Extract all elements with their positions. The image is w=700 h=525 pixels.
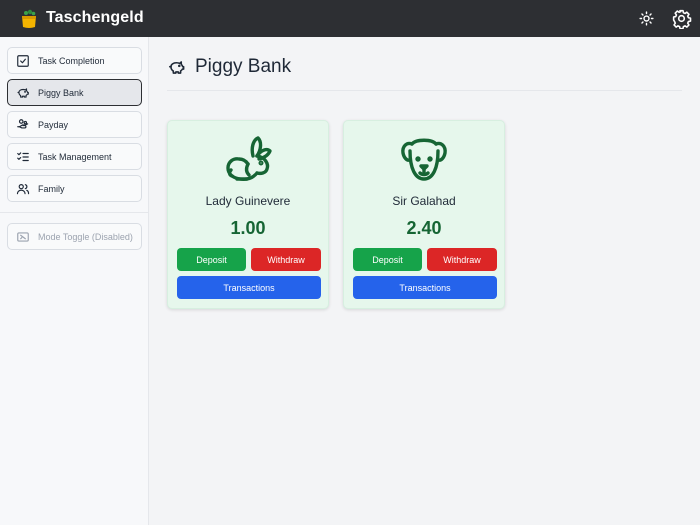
app-title: Taschengeld bbox=[46, 9, 144, 26]
sidebar-item-payday[interactable]: Payday bbox=[7, 111, 142, 138]
toggle-icon bbox=[17, 231, 29, 242]
header-divider bbox=[167, 90, 682, 91]
sidebar-item-label: Payday bbox=[38, 119, 69, 130]
sidebar: Task Completion Piggy Bank Payday Task M… bbox=[0, 37, 149, 525]
withdraw-button[interactable]: Withdraw bbox=[427, 248, 497, 271]
account-balance: 1.00 bbox=[230, 218, 266, 238]
piggy-bank-icon bbox=[168, 60, 185, 74]
piggy-bank-icon bbox=[17, 87, 29, 98]
page-header: Piggy Bank bbox=[167, 54, 291, 80]
sidebar-item-label: Task Completion bbox=[38, 55, 105, 66]
gear-icon[interactable] bbox=[671, 8, 692, 29]
account-balance: 2.40 bbox=[406, 218, 442, 238]
list-checks-icon bbox=[17, 151, 29, 161]
sidebar-item-label: Task Management bbox=[38, 151, 112, 162]
sun-icon[interactable] bbox=[638, 10, 655, 27]
account-name: Lady Guinevere bbox=[205, 194, 291, 208]
transactions-button[interactable]: Transactions bbox=[353, 276, 497, 299]
app-logo-icon bbox=[22, 9, 36, 28]
hand-coins-icon bbox=[17, 118, 29, 128]
dog-icon bbox=[401, 138, 447, 181]
sidebar-item-label: Family bbox=[38, 183, 65, 194]
account-card: Sir Galahad 2.40 Deposit Withdraw Transa… bbox=[343, 120, 505, 309]
sidebar-divider bbox=[0, 212, 149, 213]
rabbit-icon bbox=[226, 136, 272, 181]
checkbox-icon bbox=[17, 54, 29, 67]
sidebar-item-task-completion[interactable]: Task Completion bbox=[7, 47, 142, 74]
sidebar-item-label: Piggy Bank bbox=[38, 87, 84, 98]
top-bar: Taschengeld bbox=[0, 0, 700, 37]
withdraw-button[interactable]: Withdraw bbox=[251, 248, 321, 271]
users-icon bbox=[16, 183, 30, 194]
account-card: Lady Guinevere 1.00 Deposit Withdraw Tra… bbox=[167, 120, 329, 309]
transactions-button[interactable]: Transactions bbox=[177, 276, 321, 299]
deposit-button[interactable]: Deposit bbox=[177, 248, 246, 271]
sidebar-item-family[interactable]: Family bbox=[7, 175, 142, 202]
account-name: Sir Galahad bbox=[392, 194, 456, 208]
sidebar-item-piggy-bank[interactable]: Piggy Bank bbox=[7, 79, 142, 106]
sidebar-item-task-management[interactable]: Task Management bbox=[7, 143, 142, 170]
deposit-button[interactable]: Deposit bbox=[353, 248, 422, 271]
mode-toggle-button[interactable]: Mode Toggle (Disabled) bbox=[7, 223, 142, 250]
mode-toggle-label: Mode Toggle (Disabled) bbox=[38, 231, 133, 242]
page-title: Piggy Bank bbox=[195, 56, 292, 77]
